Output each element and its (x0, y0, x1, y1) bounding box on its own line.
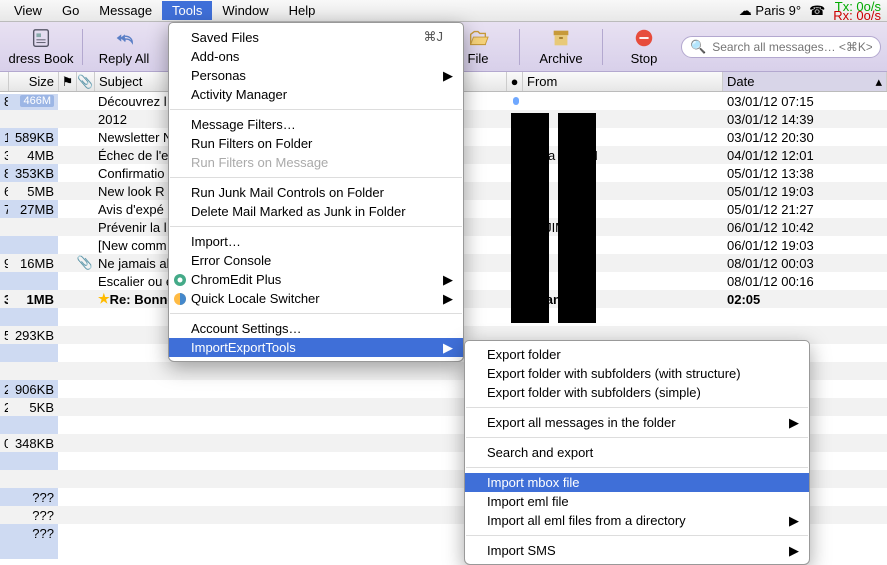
menu-item[interactable]: Export folder with subfolders (simple) (465, 383, 809, 402)
attachment-icon (76, 416, 94, 434)
tools-menu: Saved Files⌘JAdd-onsPersonas▶Activity Ma… (168, 22, 464, 362)
menu-item[interactable]: ImportExportTools▶ (169, 338, 463, 357)
col-read-icon[interactable]: ● (507, 72, 523, 91)
attachment-icon (76, 290, 94, 308)
submenu-arrow-icon: ▶ (789, 513, 799, 529)
col-size[interactable]: Size (9, 72, 59, 91)
search-input[interactable] (712, 40, 872, 54)
menubar-item-tools[interactable]: Tools (162, 1, 212, 20)
col-from[interactable]: From (523, 72, 723, 91)
submenu-arrow-icon: ▶ (789, 415, 799, 431)
attachment-icon (76, 92, 94, 110)
attachment-icon (76, 308, 94, 326)
search-icon: 🔍 (690, 39, 706, 55)
attachment-icon (76, 128, 94, 146)
importexporttools-submenu: Export folderExport folder with subfolde… (464, 340, 810, 565)
archive-icon (550, 27, 572, 49)
menubar-item-message[interactable]: Message (89, 1, 162, 20)
attachment-icon (76, 524, 94, 542)
attachment-icon (76, 146, 94, 164)
submenu-arrow-icon: ▶ (443, 291, 453, 307)
sort-asc-icon: ▴ (875, 74, 882, 90)
menu-item[interactable]: Saved Files⌘J (169, 27, 463, 47)
menubar-item-help[interactable]: Help (279, 1, 326, 20)
menubar: View Go Message Tools Window Help ☁ Pari… (0, 0, 887, 22)
attachment-icon (76, 506, 94, 524)
menu-item[interactable]: Quick Locale Switcher▶ (169, 289, 463, 308)
attachment-icon (76, 452, 94, 470)
menubar-item-go[interactable]: Go (52, 1, 89, 20)
menu-item[interactable]: Import… (169, 232, 463, 251)
attachment-icon: 📎 (76, 254, 94, 272)
submenu-arrow-icon: ▶ (443, 340, 453, 356)
menu-item[interactable]: Activity Manager (169, 85, 463, 104)
stop-icon (633, 27, 655, 49)
attachment-icon (76, 110, 94, 128)
menu-item[interactable]: Import all eml files from a directory▶ (465, 511, 809, 530)
menu-item[interactable]: Add-ons (169, 47, 463, 66)
menu-item[interactable]: Delete Mail Marked as Junk in Folder (169, 202, 463, 221)
menu-item[interactable]: Import eml file (465, 492, 809, 511)
menu-item[interactable]: Run Filters on Folder (169, 134, 463, 153)
replyall-button[interactable]: Reply All (89, 24, 159, 70)
menu-item[interactable]: Import SMS▶ (465, 541, 809, 560)
submenu-arrow-icon: ▶ (443, 68, 453, 84)
menu-item[interactable]: Error Console (169, 251, 463, 270)
attachment-icon (76, 236, 94, 254)
search-box[interactable]: 🔍 (681, 36, 881, 58)
menu-item[interactable]: Personas▶ (169, 66, 463, 85)
star-icon: ★ (98, 291, 110, 307)
menu-item[interactable]: Export folder with subfolders (with stru… (465, 364, 809, 383)
col-index[interactable] (0, 72, 9, 91)
menu-item[interactable]: Run Junk Mail Controls on Folder (169, 183, 463, 202)
archive-button[interactable]: Archive (526, 24, 596, 70)
col-flag-icon[interactable]: ⚑ (59, 72, 77, 91)
attachment-icon (76, 164, 94, 182)
file-icon (467, 27, 489, 49)
menu-item[interactable]: Export folder (465, 345, 809, 364)
phone-icon: ☎ (809, 3, 825, 19)
menu-item[interactable]: ChromEdit Plus▶ (169, 270, 463, 289)
addressbook-button[interactable]: dress Book (6, 24, 76, 70)
attachment-icon (76, 344, 94, 362)
attachment-icon (76, 488, 94, 506)
menubar-item-window[interactable]: Window (212, 1, 278, 20)
weather-status: ☁ Paris 9° (739, 3, 801, 19)
attachment-icon (76, 218, 94, 236)
network-rate: Tx: 0o/s Rx: 0o/s (833, 2, 881, 20)
attachment-icon (76, 380, 94, 398)
attachment-icon (76, 326, 94, 344)
attachment-icon (76, 398, 94, 416)
menu-item: Run Filters on Message (169, 153, 463, 172)
stop-button[interactable]: Stop (609, 24, 679, 70)
menubar-item-view[interactable]: View (4, 1, 52, 20)
attachment-icon (76, 362, 94, 380)
attachment-icon (76, 470, 94, 488)
attachment-icon (76, 182, 94, 200)
col-date[interactable]: Date▴ (723, 72, 887, 91)
submenu-arrow-icon: ▶ (789, 543, 799, 559)
menu-item[interactable]: Message Filters… (169, 115, 463, 134)
menu-item[interactable]: Search and export (465, 443, 809, 462)
submenu-arrow-icon: ▶ (443, 272, 453, 288)
menu-item[interactable]: Account Settings… (169, 319, 463, 338)
attachment-icon (76, 272, 94, 290)
menu-item[interactable]: Import mbox file (465, 473, 809, 492)
replyall-icon (113, 27, 135, 49)
addressbook-icon (30, 27, 52, 49)
attachment-icon (76, 200, 94, 218)
attachment-icon (76, 434, 94, 452)
col-attachment-icon[interactable]: 📎 (77, 72, 95, 91)
menu-item[interactable]: Export all messages in the folder▶ (465, 413, 809, 432)
